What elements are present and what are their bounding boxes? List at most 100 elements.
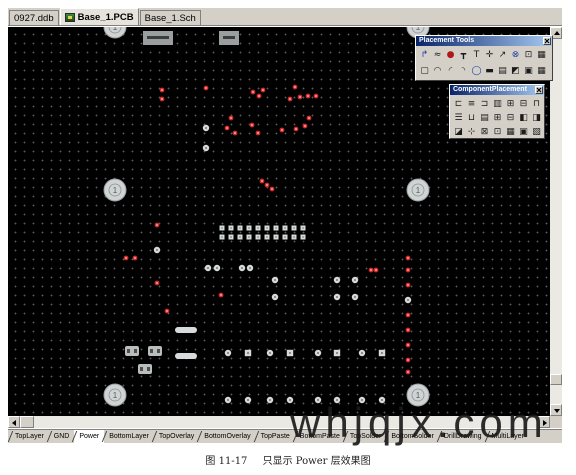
layer-tab-power[interactable]: Power — [74, 430, 105, 443]
place-room-icon[interactable]: ⊡ — [522, 48, 535, 64]
pad-hole — [268, 398, 272, 402]
arc-edge-icon[interactable]: ◜ — [444, 64, 457, 80]
vertical-scroll-thumb[interactable] — [550, 374, 562, 385]
align-left-icon[interactable]: ⊏ — [452, 97, 465, 111]
array-paste-icon[interactable]: ▦ — [535, 64, 548, 80]
split-plane-icon[interactable]: ◩ — [509, 64, 522, 80]
pad-hole — [335, 278, 339, 282]
pad-hole — [246, 351, 250, 355]
place-line-icon[interactable]: ≈ — [431, 48, 444, 64]
toolbar-title: Placement Tools — [419, 37, 475, 44]
tab-database[interactable]: 0927.ddb — [9, 10, 59, 25]
power-via — [297, 94, 303, 100]
align-top-icon[interactable]: ⊓ — [530, 97, 543, 111]
via-hole — [407, 344, 409, 346]
set-origin-icon[interactable]: ⊗ — [509, 48, 522, 64]
mounting-hole-label: 1 — [113, 186, 118, 195]
toolbar-title-bar[interactable]: Placement Tools — [416, 36, 552, 46]
vertical-spacing-increase-icon[interactable]: ⊞ — [491, 111, 504, 125]
vertical-spacing-decrease-icon[interactable]: ⊟ — [504, 111, 517, 125]
power-via — [293, 126, 299, 132]
via-hole — [407, 359, 409, 361]
power-via — [373, 267, 379, 273]
toolbar-title-bar[interactable]: ComponentPlacement — [450, 85, 544, 95]
align-to-grid-icon[interactable]: ▦ — [504, 125, 517, 139]
connector-pad — [291, 234, 297, 240]
vertical-spacing-equal-icon[interactable]: ▤ — [478, 111, 491, 125]
place-keepout-icon[interactable]: ▣ — [522, 64, 535, 80]
connector-pad — [273, 225, 279, 231]
power-via — [306, 115, 312, 121]
align-bottom-icon[interactable]: ⊔ — [465, 111, 478, 125]
pad-hole — [257, 227, 259, 229]
align-horizontal-center-icon[interactable]: ≡ — [465, 97, 478, 111]
arc-any-angle-icon[interactable]: ◝ — [457, 64, 470, 80]
arrange-within-room-icon[interactable]: ◧ — [517, 111, 530, 125]
arrow-up-icon — [554, 31, 560, 35]
place-pad-icon[interactable]: ● — [444, 48, 457, 64]
place-room-fill-icon[interactable]: ▦ — [535, 48, 548, 64]
layer-tab-toppaste[interactable]: TopPaste — [256, 430, 295, 443]
move-component-icon[interactable]: ▣ — [517, 125, 530, 139]
horizontal-scroll-thumb[interactable] — [20, 416, 34, 428]
vertical-scrollbar[interactable] — [550, 27, 562, 416]
pad-hole — [206, 266, 210, 270]
scroll-left-button[interactable] — [8, 416, 20, 428]
via-hole — [407, 284, 409, 286]
layer-tab-gnd[interactable]: GND — [49, 430, 75, 443]
component-properties-icon[interactable]: ▧ — [530, 125, 543, 139]
pad — [202, 144, 210, 152]
close-button[interactable] — [543, 37, 551, 45]
arrange-outside-board-icon[interactable]: ◪ — [452, 125, 465, 139]
polygon-plane-icon[interactable]: ▤ — [496, 64, 509, 80]
power-via — [203, 85, 209, 91]
pad-hole — [221, 227, 223, 229]
connector-pad — [264, 225, 270, 231]
align-vertical-center-icon[interactable]: ☰ — [452, 111, 465, 125]
layer-tab-bottomlayer[interactable]: BottomLayer — [104, 430, 154, 443]
break-union-icon[interactable]: ⊡ — [491, 125, 504, 139]
close-button[interactable] — [535, 86, 543, 94]
place-fill-icon[interactable]: ▬ — [483, 64, 496, 80]
via-hole — [230, 117, 232, 119]
placement-tools-toolbar[interactable]: Placement Tools ↱ ≈ ● ┳ T ✛ ↗ ⊗ ⊡ ▦ ▢ ◠ ◜ ◝ ◯ ▬ ▤ ◩ ▣ ▦ — [415, 35, 553, 81]
power-via — [405, 327, 411, 333]
power-via — [228, 115, 234, 121]
pad-hole — [230, 236, 232, 238]
horizontal-spacing-increase-icon[interactable]: ⊞ — [504, 97, 517, 111]
place-string-icon[interactable]: T — [470, 48, 483, 64]
layer-tab-toplayer[interactable]: TopLayer — [10, 430, 49, 443]
layer-tab-bottomoverlay[interactable]: BottomOverlay — [199, 430, 255, 443]
place-via-icon[interactable]: ┳ — [457, 48, 470, 64]
interactive-routing-icon[interactable]: ↱ — [418, 48, 431, 64]
pad — [153, 246, 161, 254]
create-union-icon[interactable]: ⊠ — [478, 125, 491, 139]
place-component-icon[interactable]: ▢ — [418, 64, 431, 80]
via-hole — [226, 127, 228, 129]
horizontal-spacing-equal-icon[interactable]: ▥ — [491, 97, 504, 111]
move-to-grid-icon[interactable]: ⊹ — [465, 125, 478, 139]
pad-hole — [215, 266, 219, 270]
scroll-down-button[interactable] — [550, 404, 562, 416]
component-placement-toolbar[interactable]: ComponentPlacement ⊏ ≡ ⊐ ▥ ⊞ ⊟ ⊓ ☰ ⊔ ▤ ⊞ ⊟ ◧ ◨ ◪ ⊹ ⊠ ⊡ ▦ ▣ ▧ — [449, 84, 545, 139]
horizontal-spacing-decrease-icon[interactable]: ⊟ — [517, 97, 530, 111]
pad — [333, 276, 341, 284]
place-dimension-icon[interactable]: ↗ — [496, 48, 509, 64]
pad-hole — [230, 227, 232, 229]
placement-tools-grid: ↱ ≈ ● ┳ T ✛ ↗ ⊗ ⊡ ▦ ▢ ◠ ◜ ◝ ◯ ▬ ▤ ◩ ▣ ▦ — [416, 46, 552, 81]
pad-hole — [155, 248, 159, 252]
tab-schematic-document[interactable]: Base_1.Sch — [139, 10, 201, 25]
arc-center-icon[interactable]: ◠ — [431, 64, 444, 80]
power-via — [292, 84, 298, 90]
layer-tab-topoverlay[interactable]: TopOverlay — [154, 430, 199, 443]
tab-pcb-document[interactable]: Base_1.PCB — [59, 8, 139, 25]
power-via — [405, 342, 411, 348]
pad-hole — [380, 351, 384, 355]
arrange-within-rectangle-icon[interactable]: ◨ — [530, 111, 543, 125]
align-right-icon[interactable]: ⊐ — [478, 97, 491, 111]
power-via — [269, 186, 275, 192]
via-hole — [304, 125, 306, 127]
connector-pad — [237, 225, 243, 231]
full-circle-icon[interactable]: ◯ — [470, 64, 483, 80]
place-coordinate-icon[interactable]: ✛ — [483, 48, 496, 64]
